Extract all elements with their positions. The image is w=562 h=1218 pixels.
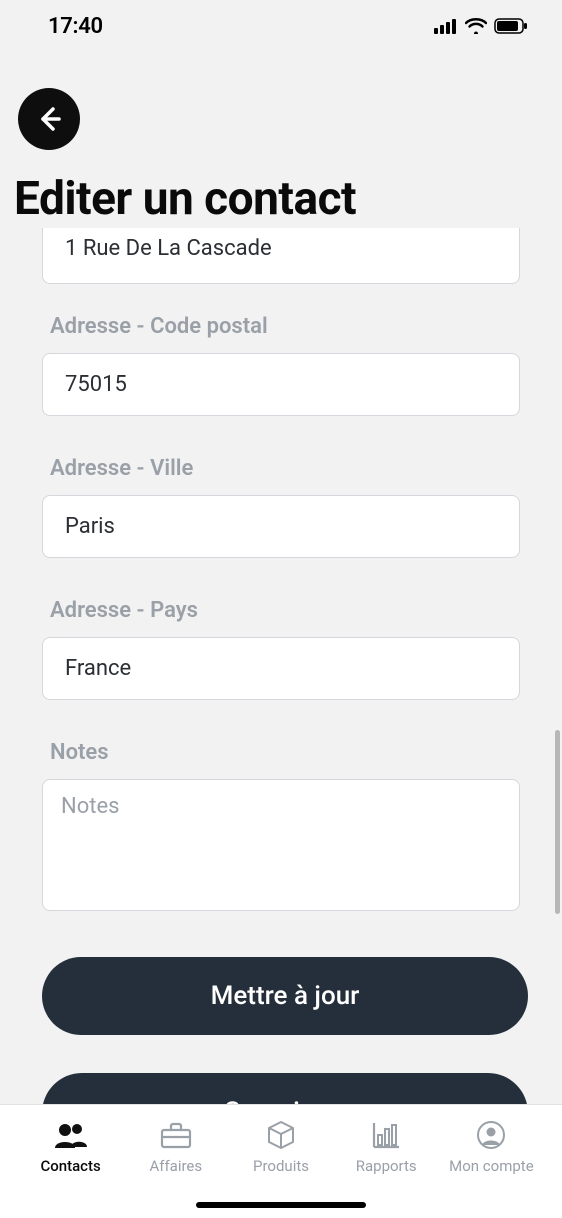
postal-label: Adresse - Code postal xyxy=(42,314,520,339)
country-label: Adresse - Pays xyxy=(42,598,520,623)
postal-input[interactable]: 75015 xyxy=(42,353,520,416)
home-indicator[interactable] xyxy=(196,1202,366,1208)
nav-compte[interactable]: Mon compte xyxy=(439,1119,544,1175)
nav-rapports[interactable]: Rapports xyxy=(334,1119,439,1175)
cellular-icon xyxy=(434,18,458,34)
status-icons xyxy=(434,18,528,34)
city-label: Adresse - Ville xyxy=(42,456,520,481)
bottom-nav: Contacts Affaires Produits xyxy=(0,1104,562,1218)
scroll-indicator[interactable] xyxy=(555,730,560,914)
status-bar: 17:40 xyxy=(0,0,562,52)
nav-contacts-label: Contacts xyxy=(40,1157,100,1175)
briefcase-icon xyxy=(160,1119,192,1151)
contacts-icon xyxy=(53,1119,89,1151)
cube-icon xyxy=(266,1119,296,1151)
battery-icon xyxy=(494,18,528,34)
nav-affaires[interactable]: Affaires xyxy=(123,1119,228,1175)
arrow-left-icon xyxy=(33,103,65,135)
contact-form: 1 Rue De La Cascade Adresse - Code posta… xyxy=(0,228,562,1141)
status-time: 17:40 xyxy=(48,14,103,39)
notes-input[interactable]: Notes xyxy=(42,779,520,911)
nav-produits[interactable]: Produits xyxy=(228,1119,333,1175)
account-icon xyxy=(476,1119,506,1151)
street-input[interactable]: 1 Rue De La Cascade xyxy=(42,228,520,284)
nav-rapports-label: Rapports xyxy=(356,1157,417,1175)
wifi-icon xyxy=(465,18,487,34)
nav-affaires-label: Affaires xyxy=(149,1157,202,1175)
nav-contacts[interactable]: Contacts xyxy=(18,1119,123,1175)
city-input[interactable]: Paris xyxy=(42,495,520,558)
chart-icon xyxy=(371,1119,401,1151)
notes-label: Notes xyxy=(42,740,520,765)
nav-compte-label: Mon compte xyxy=(449,1157,534,1175)
back-button[interactable] xyxy=(18,88,80,150)
update-button[interactable]: Mettre à jour xyxy=(42,957,528,1035)
country-input[interactable]: France xyxy=(42,637,520,700)
page-title: Editer un contact xyxy=(0,150,562,226)
nav-produits-label: Produits xyxy=(253,1157,309,1175)
